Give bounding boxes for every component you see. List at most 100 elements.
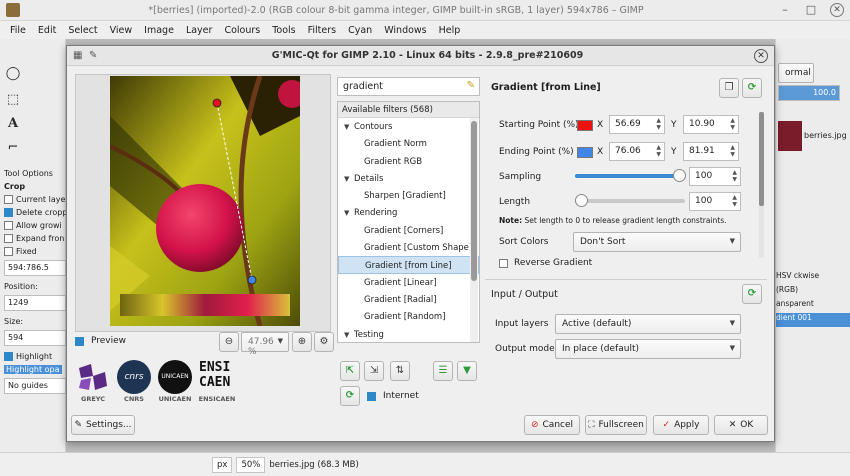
menu-filters[interactable]: Filters (308, 25, 336, 36)
input-layers-select[interactable]: Active (default) ▼ (555, 314, 741, 334)
expand-collapse-icon[interactable]: ▼ (457, 361, 477, 381)
zoom-reset-icon[interactable]: ⚙ (314, 332, 334, 352)
zoom-select[interactable]: 50% (236, 456, 266, 473)
preview-checkbox[interactable] (75, 336, 84, 346)
preview-area[interactable] (75, 74, 331, 332)
cancel-button[interactable]: ⊘ Cancel (524, 415, 580, 435)
sampling-spinbox[interactable]: 100 ▲ ▼ (689, 167, 741, 186)
rename-favorite-icon[interactable]: ⇅ (390, 361, 410, 381)
delete-crop-option[interactable]: Delete cropp (4, 208, 66, 217)
preview-toggle[interactable]: Preview (75, 336, 126, 346)
layer-item[interactable]: HSV ckwise (776, 271, 850, 285)
clear-search-icon[interactable]: ✎ (467, 80, 475, 91)
position-field[interactable]: 1249 (4, 295, 66, 311)
selection-mode-icon[interactable]: ☰ (433, 361, 453, 381)
filter-search-input[interactable]: gradient ✎ (337, 77, 480, 96)
fixed-checkbox[interactable] (4, 247, 13, 256)
spin-arrows-icon[interactable]: ▲ ▼ (732, 169, 737, 183)
tree-category-testing[interactable]: ▼ Testing (338, 326, 479, 342)
ending-point-color[interactable] (577, 147, 593, 158)
tree-item-gradient-random[interactable]: Gradient [Random] (338, 308, 479, 325)
tree-scrollbar-thumb[interactable] (471, 121, 477, 281)
text-tool-icon[interactable]: A (4, 115, 22, 133)
maximize-icon[interactable]: □ (804, 3, 818, 17)
starting-point-color[interactable] (577, 120, 593, 131)
allow-grow-checkbox[interactable] (4, 221, 13, 230)
spin-arrows-icon[interactable]: ▲ ▼ (656, 144, 661, 158)
tree-item-gradient-custom-shape[interactable]: Gradient [Custom Shape] (338, 239, 479, 256)
highlight-opacity-slider[interactable]: Highlight opa (4, 365, 66, 374)
unit-select[interactable]: px (212, 456, 233, 473)
fixed-option[interactable]: Fixed (4, 247, 66, 256)
tree-item-gradient-linear[interactable]: Gradient [Linear] (338, 274, 479, 291)
layer-item-selected[interactable]: dient 001 (776, 313, 850, 327)
layer-item[interactable]: (RGB) (776, 285, 850, 299)
close-icon[interactable]: ✕ (830, 3, 844, 17)
pin-icon[interactable]: ✎ (89, 50, 101, 61)
tree-scrollbar[interactable] (470, 118, 478, 342)
menu-view[interactable]: View (110, 25, 133, 36)
length-slider-knob[interactable] (575, 194, 588, 207)
transform-tool-icon[interactable]: ⬚ (4, 91, 22, 109)
menu-help[interactable]: Help (439, 25, 461, 36)
expand-from-option[interactable]: Expand fron (4, 234, 66, 243)
delete-crop-checkbox[interactable] (4, 208, 13, 217)
menu-layer[interactable]: Layer (186, 25, 213, 36)
layer-mode-select[interactable]: ormal (778, 63, 814, 83)
menu-tools[interactable]: Tools (272, 25, 295, 36)
tree-item-gradient-corners[interactable]: Gradient [Corners] (338, 222, 479, 239)
layer-opacity-field[interactable]: 100.0 (778, 85, 840, 101)
copy-command-icon[interactable]: ❐ (719, 78, 739, 98)
menu-cyan[interactable]: Cyan (348, 25, 372, 36)
highlight-option[interactable]: Highlight (4, 352, 66, 361)
spin-arrows-icon[interactable]: ▲ ▼ (730, 144, 735, 158)
params-scrollbar[interactable] (759, 112, 764, 258)
layer-item[interactable]: ansparent (776, 299, 850, 313)
reverse-gradient-checkbox[interactable] (499, 258, 508, 268)
current-layer-option[interactable]: Current laye (4, 195, 66, 204)
size-field[interactable]: 594 (4, 330, 66, 346)
tree-item-gradient-rgb[interactable]: Gradient RGB (338, 153, 479, 170)
gmic-close-icon[interactable]: ✕ (754, 48, 768, 63)
allow-grow-option[interactable]: Allow growi (4, 221, 66, 230)
spin-arrows-icon[interactable]: ▲ ▼ (730, 117, 735, 131)
guides-select[interactable]: No guides (4, 378, 66, 394)
image-thumbnail[interactable] (778, 121, 802, 151)
preview-image[interactable] (110, 76, 300, 326)
highlight-checkbox[interactable] (4, 352, 13, 361)
tree-category-contours[interactable]: ▼ Contours (338, 118, 479, 135)
fullscreen-button[interactable]: ⛶ Fullscreen (585, 415, 647, 435)
settings-button[interactable]: ✎ Settings... (71, 415, 135, 435)
menu-select[interactable]: Select (68, 25, 97, 36)
crop-tool-icon[interactable]: ⌐ (4, 139, 22, 157)
tree-item-gradient-radial[interactable]: Gradient [Radial] (338, 291, 479, 308)
apply-button[interactable]: ✓ Apply (653, 415, 709, 435)
tree-item-gradient-norm[interactable]: Gradient Norm (338, 135, 479, 152)
length-spinbox[interactable]: 100 ▲ ▼ (689, 192, 741, 211)
zoom-select[interactable]: 47.96 % ▼ (241, 332, 289, 357)
tree-category-rendering[interactable]: ▼ Rendering (338, 204, 479, 221)
tree-item-sharpen-gradient[interactable]: Sharpen [Gradient] (338, 187, 479, 204)
spin-arrows-icon[interactable]: ▲ ▼ (732, 194, 737, 208)
menu-colours[interactable]: Colours (224, 25, 260, 36)
zoom-in-icon[interactable]: ⊕ (292, 332, 312, 352)
internet-toggle[interactable]: Internet (367, 391, 419, 401)
internet-checkbox[interactable] (367, 391, 376, 401)
menu-file[interactable]: File (10, 25, 26, 36)
menu-windows[interactable]: Windows (384, 25, 426, 36)
current-layer-checkbox[interactable] (4, 195, 13, 204)
expand-from-checkbox[interactable] (4, 234, 13, 243)
sort-colors-select[interactable]: Don't Sort ▼ (573, 232, 741, 252)
zoom-out-icon[interactable]: ⊖ (219, 332, 239, 352)
start-x-spinbox[interactable]: 56.69 ▲ ▼ (609, 115, 665, 134)
menu-image[interactable]: Image (144, 25, 174, 36)
end-y-spinbox[interactable]: 81.91 ▲ ▼ (683, 142, 739, 161)
output-mode-select[interactable]: In place (default) ▼ (555, 339, 741, 359)
sampling-slider-knob[interactable] (673, 169, 686, 182)
ellipse-select-icon[interactable]: ◯ (4, 65, 22, 83)
start-y-spinbox[interactable]: 10.90 ▲ ▼ (683, 115, 739, 134)
ratio-field[interactable]: 594:786.5 (4, 260, 66, 276)
menu-edit[interactable]: Edit (38, 25, 56, 36)
end-x-spinbox[interactable]: 76.06 ▲ ▼ (609, 142, 665, 161)
sampling-slider[interactable] (575, 169, 686, 182)
